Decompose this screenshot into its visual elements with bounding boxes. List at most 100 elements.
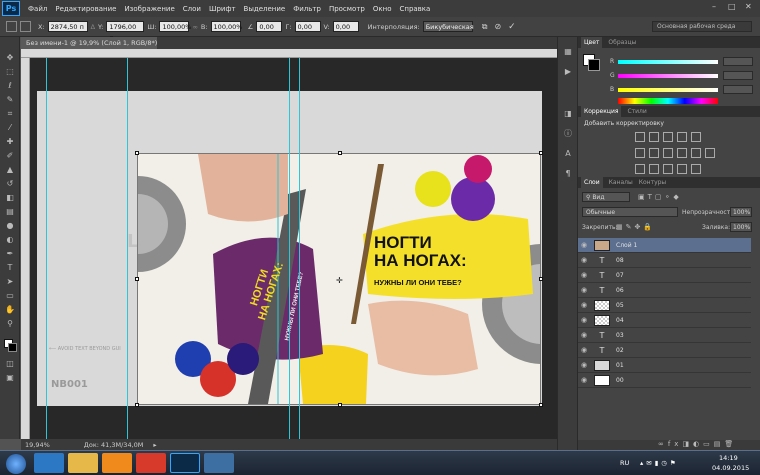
posterize-icon[interactable]	[649, 164, 659, 174]
vskew-input[interactable]: 0,00	[332, 21, 359, 32]
layer-name[interactable]: 04	[616, 317, 624, 324]
eye-icon[interactable]: ◉	[578, 241, 590, 249]
blend-mode-select[interactable]: Обычные	[582, 207, 678, 217]
r-slider[interactable]	[618, 60, 718, 64]
explorer-icon[interactable]	[68, 453, 98, 473]
tab-paths[interactable]: Контуры	[639, 179, 666, 186]
transform-handle-tr[interactable]	[539, 151, 543, 155]
layer-row[interactable]: ◉ T 06	[578, 283, 751, 298]
lasso-tool-icon[interactable]: ℓ	[5, 81, 15, 91]
layer-name[interactable]: 03	[616, 332, 624, 339]
brush-tool-icon[interactable]: ✐	[5, 151, 15, 161]
menu-view[interactable]: Просмотр	[325, 5, 369, 13]
minimize-icon[interactable]: –	[712, 2, 716, 11]
layer-name[interactable]: 06	[616, 287, 624, 294]
guide-line[interactable]	[289, 58, 290, 439]
tab-adjustments[interactable]: Коррекция	[581, 106, 622, 117]
quick-select-tool-icon[interactable]: ✎	[5, 95, 15, 105]
y-input[interactable]: 1796,00 п	[106, 21, 145, 42]
healing-tool-icon[interactable]: ✚	[5, 137, 15, 147]
exposure-icon[interactable]	[677, 132, 687, 142]
clock-time[interactable]: 14:19	[719, 454, 738, 462]
horizontal-ruler[interactable]	[21, 49, 557, 58]
height-input[interactable]: 100,00%	[210, 21, 242, 32]
transform-handle-left[interactable]	[135, 277, 139, 281]
cancel-transform-icon[interactable]: ⊘	[494, 22, 501, 31]
layer-row[interactable]: ◉ T 03	[578, 328, 751, 343]
window-taskbar-icon[interactable]	[204, 453, 234, 473]
menu-file[interactable]: Файл	[24, 5, 51, 13]
fill-input[interactable]: 100%	[730, 222, 752, 232]
vibrance-icon[interactable]	[691, 132, 701, 142]
menu-layers[interactable]: Слои	[179, 5, 205, 13]
layer-row[interactable]: ◉ T 08	[578, 253, 751, 268]
pen-tool-icon[interactable]: ✒	[5, 249, 15, 259]
zoom-tool-icon[interactable]: ⚲	[5, 319, 15, 329]
layer-filter-select[interactable]: ⚲ Вид	[582, 192, 630, 202]
guide-line[interactable]	[127, 58, 128, 439]
move-tool-icon[interactable]: ✥	[5, 53, 15, 63]
interpolation-select[interactable]: Бикубическая	[422, 21, 474, 32]
type-tool-icon[interactable]: T	[5, 263, 15, 273]
b-slider[interactable]	[618, 88, 718, 92]
width-input[interactable]: 100,00%	[159, 21, 191, 32]
gradient-map-icon[interactable]	[677, 164, 687, 174]
menu-type[interactable]: Шрифт	[205, 5, 240, 13]
transform-handle-right[interactable]	[539, 277, 543, 281]
clock-date[interactable]: 04.09.2015	[712, 464, 749, 472]
media-player-icon[interactable]	[102, 453, 132, 473]
properties-panel-icon[interactable]: ◨	[563, 109, 573, 119]
character-panel-icon[interactable]: A	[563, 149, 573, 159]
eye-icon[interactable]: ◉	[578, 286, 590, 294]
screen-mode-icon[interactable]: ▣	[5, 373, 15, 383]
invert-icon[interactable]	[635, 164, 645, 174]
eye-icon[interactable]: ◉	[578, 271, 590, 279]
workspace-select[interactable]: Основная рабочая среда	[652, 21, 752, 32]
gradient-tool-icon[interactable]: ▤	[5, 207, 15, 217]
g-slider[interactable]	[618, 74, 718, 78]
history-brush-tool-icon[interactable]: ↺	[5, 179, 15, 189]
color-lookup-icon[interactable]	[705, 148, 715, 158]
eye-icon[interactable]: ◉	[578, 361, 590, 369]
levels-icon[interactable]	[649, 132, 659, 142]
channel-mixer-icon[interactable]	[691, 148, 701, 158]
layers-footer-icons[interactable]: ∞fx◨◐▭▤🗑	[578, 440, 760, 450]
tab-swatches[interactable]: Образцы	[608, 39, 636, 46]
photo-filter-icon[interactable]	[677, 148, 687, 158]
eyedropper-tool-icon[interactable]: ⁄	[5, 123, 15, 133]
layer-name[interactable]: 08	[616, 257, 624, 264]
reference-point-icon[interactable]	[20, 21, 31, 32]
path-select-tool-icon[interactable]: ➤	[5, 277, 15, 287]
chain-icon[interactable]: ∞	[192, 23, 197, 31]
threshold-icon[interactable]	[663, 164, 673, 174]
tab-styles[interactable]: Стили	[627, 108, 646, 115]
r-value[interactable]	[723, 57, 753, 66]
dodge-tool-icon[interactable]: ◐	[5, 235, 15, 245]
menu-edit[interactable]: Редактирование	[51, 5, 120, 13]
vertical-ruler[interactable]	[21, 58, 30, 439]
maximize-icon[interactable]: □	[728, 2, 736, 11]
transform-handle-bottom[interactable]	[338, 403, 342, 407]
start-button[interactable]	[6, 454, 26, 474]
opacity-input[interactable]: 100%	[730, 207, 752, 217]
tab-channels[interactable]: Каналы	[609, 179, 633, 186]
guide-line[interactable]	[46, 58, 47, 439]
background-color-swatch[interactable]	[8, 343, 17, 352]
eraser-tool-icon[interactable]: ◧	[5, 193, 15, 203]
document-tab[interactable]: Без имени-1 @ 19,9% (Слой 1, RGB/8*) ×	[21, 37, 168, 49]
document-info[interactable]: Док: 41,3M/34,0M	[84, 441, 144, 449]
curves-icon[interactable]	[663, 132, 673, 142]
stamp-tool-icon[interactable]: ▲	[5, 165, 15, 175]
layer-name[interactable]: 01	[616, 362, 624, 369]
tab-layers[interactable]: Слои	[581, 177, 603, 188]
layer-row[interactable]: ◉ 00	[578, 373, 751, 388]
blur-tool-icon[interactable]: ●	[5, 221, 15, 231]
menu-image[interactable]: Изображение	[120, 5, 178, 13]
menu-select[interactable]: Выделение	[240, 5, 290, 13]
warp-icon[interactable]: ⧉	[482, 22, 488, 32]
eye-icon[interactable]: ◉	[578, 331, 590, 339]
brightness-icon[interactable]	[635, 132, 645, 142]
actions-panel-icon[interactable]: ▶	[563, 67, 573, 77]
color-balance-icon[interactable]	[649, 148, 659, 158]
transform-handle-br[interactable]	[539, 403, 543, 407]
